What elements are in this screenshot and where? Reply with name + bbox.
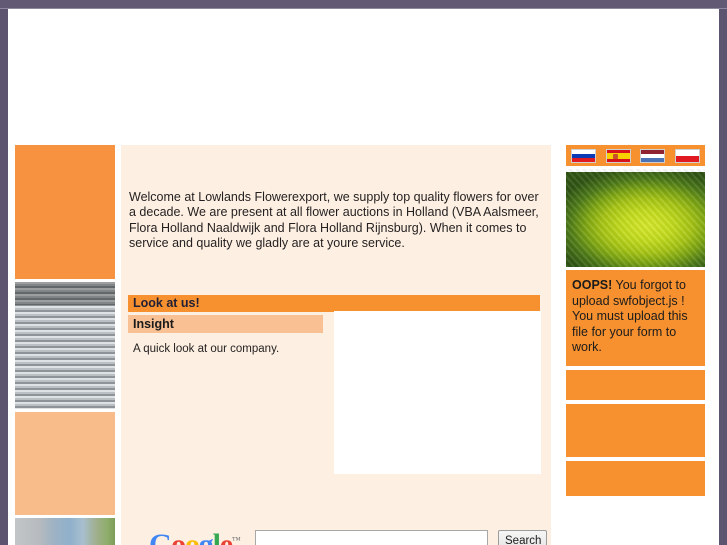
right-sidebar-orange-block-3 xyxy=(566,460,705,496)
flag-spain-icon[interactable] xyxy=(605,148,631,163)
left-sidebar xyxy=(15,145,115,545)
search-button[interactable]: Search xyxy=(498,530,547,545)
flag-netherlands-icon[interactable] xyxy=(640,148,666,163)
google-logo-letter-o2: o xyxy=(184,528,200,545)
google-logo-letter-l: l xyxy=(212,528,221,545)
right-sidebar-orange-block-1 xyxy=(566,369,705,400)
notice-prefix: OOPS! xyxy=(572,278,613,292)
welcome-paragraph: Welcome at Lowlands Flowerexport, we sup… xyxy=(129,189,539,251)
google-logo-letter-e: e xyxy=(219,528,233,545)
google-logo-letter-g2: g xyxy=(198,528,214,545)
google-logo-trademark: ™ xyxy=(231,535,241,545)
subsection-header-insight: Insight xyxy=(128,315,323,333)
flag-poland-icon[interactable] xyxy=(675,148,701,163)
right-sidebar: OOPS! You forgot to upload swfobject.js … xyxy=(566,145,705,496)
google-logo-letter-g1: G xyxy=(149,528,172,545)
google-logo: Google™ xyxy=(149,525,241,545)
page-canvas: Welcome at Lowlands Flowerexport, we sup… xyxy=(8,9,719,545)
flag-russia-icon[interactable] xyxy=(570,148,596,163)
left-sidebar-orange-panel xyxy=(15,145,115,279)
language-flag-row xyxy=(566,145,705,166)
auction-hall-photo xyxy=(15,282,115,409)
exterior-photo xyxy=(15,518,115,545)
flower-photo-inner xyxy=(566,172,705,267)
browser-chrome-strip xyxy=(0,0,727,9)
google-logo-letter-o1: o xyxy=(171,528,186,545)
right-sidebar-orange-block-2 xyxy=(566,403,705,457)
green-chrysanthemum-photo xyxy=(566,169,705,267)
swfobject-error-notice: OOPS! You forgot to upload swfobject.js … xyxy=(566,270,705,366)
main-content-panel: Welcome at Lowlands Flowerexport, we sup… xyxy=(121,145,551,545)
subsection-description: A quick look at our company. xyxy=(133,343,280,355)
search-input[interactable] xyxy=(255,530,488,545)
section-header-look-at-us: Look at us! xyxy=(128,295,540,312)
browser-window-frame: Welcome at Lowlands Flowerexport, we sup… xyxy=(0,0,727,545)
left-sidebar-peach-panel xyxy=(15,412,115,515)
google-search-bar: Google™ Search xyxy=(121,514,551,545)
video-embed-placeholder[interactable] xyxy=(334,311,541,474)
